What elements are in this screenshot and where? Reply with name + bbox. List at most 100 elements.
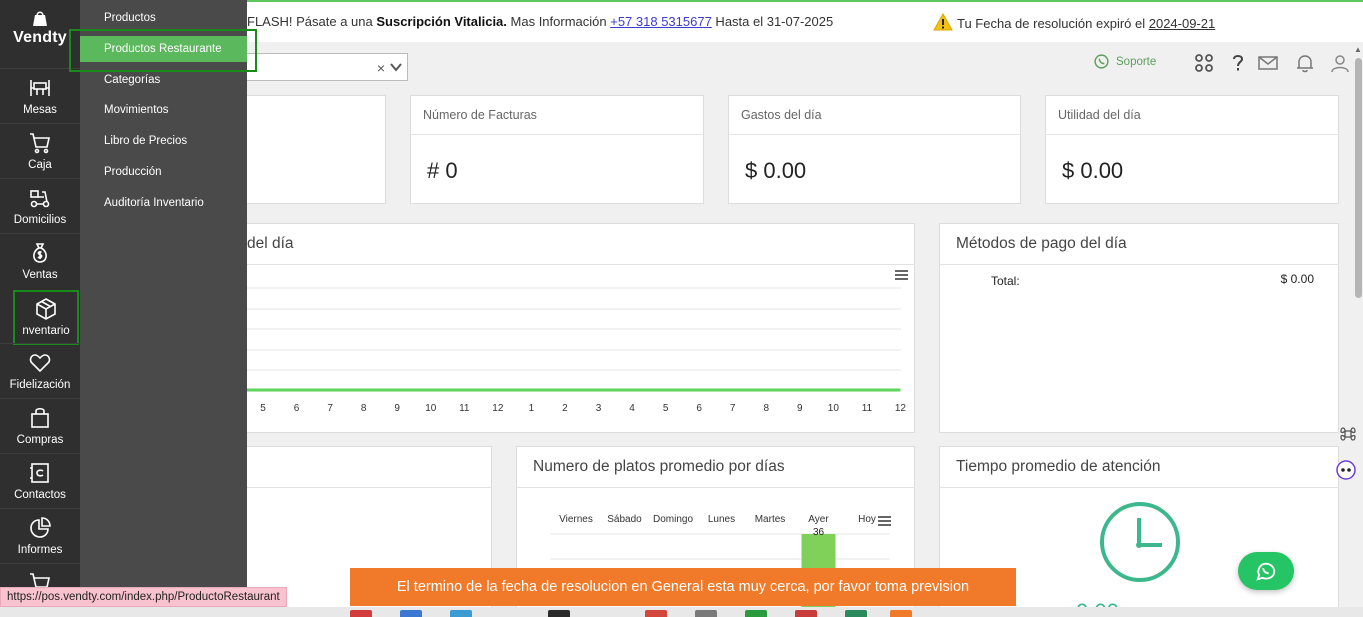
x-tick-label: 1 bbox=[529, 403, 535, 414]
sidebar-item-compras[interactable]: Compras bbox=[0, 398, 80, 453]
panel-title: Tiempo promedio de atención bbox=[956, 458, 1161, 475]
mail-icon[interactable] bbox=[1257, 52, 1279, 74]
submenu-item-libro-precios[interactable]: Libro de Precios bbox=[104, 135, 187, 147]
sales-line-chart: 5 6 7 8 9 10 11 12 1 2 3 4 5 6 7 8 9 10 11 12 bbox=[231, 287, 907, 414]
contact-card-icon bbox=[30, 463, 49, 483]
taskbar-app-5[interactable] bbox=[645, 610, 667, 617]
whatsapp-icon bbox=[1094, 54, 1109, 69]
summary-card-gastos: Gastos del día $ 0.00 bbox=[728, 95, 1021, 204]
x-tick-label: 10 bbox=[828, 403, 840, 414]
clear-selection-icon[interactable]: × bbox=[377, 60, 385, 76]
tables-icon bbox=[30, 80, 50, 96]
card-title: Utilidad del día bbox=[1058, 108, 1141, 122]
sidebar-item-domicilios[interactable]: Domicilios bbox=[0, 178, 80, 233]
x-tick-label: 9 bbox=[797, 403, 803, 414]
x-tick-label: 8 bbox=[361, 403, 367, 414]
submenu-item-productos-restaurante[interactable]: Productos Restaurante bbox=[80, 36, 247, 62]
x-tick-label: 12 bbox=[492, 403, 504, 414]
notice-bar: FLASH! Pásate a una Suscripción Vitalici… bbox=[247, 2, 1363, 42]
link-preview-url: https://pos.vendty.com/index.php/Product… bbox=[0, 587, 287, 607]
box-icon bbox=[36, 298, 56, 320]
taskbar-app-3[interactable] bbox=[450, 610, 472, 617]
brand-logo[interactable]: Vendty bbox=[0, 0, 80, 68]
inventory-submenu: Productos Productos Restaurante Categorí… bbox=[80, 0, 247, 617]
promo-phone-link[interactable]: +57 318 5315677 bbox=[610, 14, 712, 29]
sidebar-item-mesas[interactable]: Mesas bbox=[0, 68, 80, 123]
card-value: $ 0.00 bbox=[1062, 158, 1124, 183]
x-tick-label: 6 bbox=[696, 403, 702, 414]
main-sidebar: Vendty Mesas Caja Domicilios Ventas nven… bbox=[0, 0, 80, 617]
sidebar-item-caja[interactable]: Caja bbox=[0, 123, 80, 178]
x-tick-label: 7 bbox=[730, 403, 736, 414]
page-scrollbar[interactable]: ▲ bbox=[1353, 42, 1363, 617]
money-bag-icon bbox=[33, 243, 47, 263]
sidebar-item-fidelizacion[interactable]: Fidelización bbox=[0, 343, 80, 398]
help-icon[interactable] bbox=[1227, 52, 1249, 74]
payment-total-label: Total: bbox=[991, 274, 1020, 288]
taskbar-app-2[interactable] bbox=[400, 610, 422, 617]
branch-select[interactable]: × bbox=[247, 53, 408, 81]
sidebar-item-informes[interactable]: Informes bbox=[0, 508, 80, 563]
card-title: Número de Facturas bbox=[423, 108, 537, 122]
card-title: Gastos del día bbox=[741, 108, 822, 122]
payment-total-value: $ 0.00 bbox=[1280, 272, 1314, 286]
taskbar-app-9[interactable] bbox=[845, 610, 867, 617]
whatsapp-chat-button[interactable] bbox=[1238, 552, 1294, 590]
brand-name: Vendty bbox=[13, 29, 67, 46]
data-label: 36 bbox=[813, 527, 825, 538]
summary-card-utilidad: Utilidad del día $ 0.00 bbox=[1045, 95, 1339, 204]
taskbar-app-8[interactable] bbox=[795, 610, 817, 617]
x-tick-label: 12 bbox=[895, 403, 907, 414]
submenu-item-auditoria-inventario[interactable]: Auditoría Inventario bbox=[104, 197, 204, 209]
category-label: Ayer bbox=[808, 514, 829, 525]
expire-date-link[interactable]: 2024-09-21 bbox=[1149, 16, 1216, 31]
x-tick-label: 8 bbox=[763, 403, 769, 414]
taskbar-app-7[interactable] bbox=[745, 610, 767, 617]
pie-chart-icon bbox=[30, 517, 51, 538]
x-tick-label: 5 bbox=[260, 403, 266, 414]
taskbar-app-6[interactable] bbox=[695, 610, 717, 617]
resolution-warning-toast[interactable]: El termino de la fecha de resolucion en … bbox=[350, 568, 1016, 606]
sidebar-item-ventas[interactable]: Ventas bbox=[0, 233, 80, 288]
os-taskbar bbox=[0, 607, 1363, 617]
category-label: Lunes bbox=[708, 514, 735, 525]
submenu-item-movimientos[interactable]: Movimientos bbox=[104, 104, 169, 116]
assistant-bot-icon[interactable] bbox=[1336, 460, 1356, 480]
x-tick-label: 7 bbox=[327, 403, 333, 414]
x-tick-label: 4 bbox=[629, 403, 635, 414]
card-value: $ 0.00 bbox=[745, 158, 807, 183]
x-tick-label: 10 bbox=[425, 403, 437, 414]
scroll-up-arrow-icon[interactable]: ▲ bbox=[1354, 45, 1362, 54]
scrollbar-thumb[interactable] bbox=[1355, 58, 1362, 298]
sales-chart-panel: del día 5 6 7 8 9 10 11 12 1 2 3 4 5 6 7 8 9 10 11 12 bbox=[230, 223, 915, 433]
x-tick-label: 11 bbox=[862, 403, 873, 414]
category-label: Martes bbox=[755, 514, 786, 525]
chevron-down-icon[interactable] bbox=[389, 60, 403, 74]
promo-notice: FLASH! Pásate a una Suscripción Vitalici… bbox=[247, 14, 834, 29]
taskbar-app-1[interactable] bbox=[350, 610, 372, 617]
card-value: # 0 bbox=[427, 158, 458, 183]
submenu-item-productos[interactable]: Productos bbox=[104, 12, 156, 24]
submenu-item-produccion[interactable]: Producción bbox=[104, 166, 162, 178]
support-link[interactable]: Soporte bbox=[1093, 53, 1156, 70]
heart-icon bbox=[29, 354, 51, 373]
summary-card-partial bbox=[235, 95, 386, 204]
taskbar-app-10[interactable] bbox=[890, 610, 912, 617]
x-tick-label: 9 bbox=[394, 403, 400, 414]
x-tick-label: 11 bbox=[459, 403, 470, 414]
x-tick-label: 2 bbox=[562, 403, 568, 414]
taskbar-app-4[interactable] bbox=[548, 610, 570, 617]
submenu-item-categorias[interactable]: Categorías bbox=[104, 74, 160, 86]
category-label: Hoy bbox=[858, 514, 876, 525]
shopping-bag-icon bbox=[31, 407, 49, 428]
warning-icon bbox=[933, 13, 953, 31]
x-tick-label: 6 bbox=[294, 403, 300, 414]
user-profile-icon[interactable] bbox=[1329, 52, 1351, 74]
sidebar-item-contactos[interactable]: Contactos bbox=[0, 453, 80, 508]
command-icon[interactable] bbox=[1339, 425, 1357, 443]
apps-grid-icon[interactable] bbox=[1193, 52, 1215, 74]
bell-icon[interactable] bbox=[1294, 52, 1316, 74]
category-label: Viernes bbox=[559, 514, 593, 525]
sidebar-item-inventario[interactable]: nventario bbox=[13, 290, 79, 345]
x-tick-label: 3 bbox=[596, 403, 602, 414]
